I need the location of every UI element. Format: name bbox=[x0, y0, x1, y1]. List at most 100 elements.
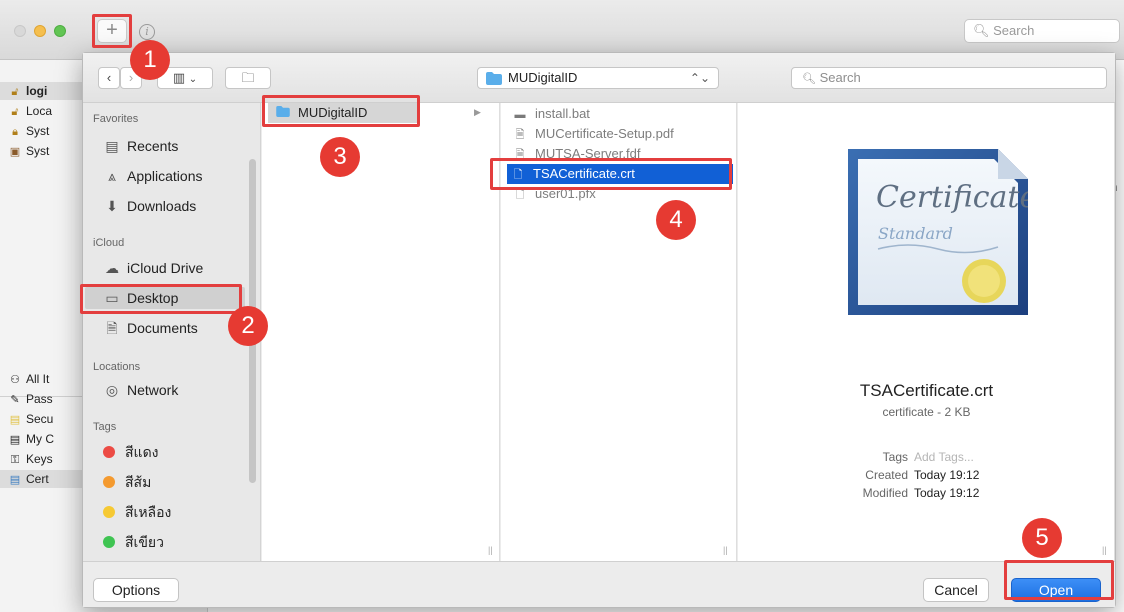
category-label: Secu bbox=[26, 412, 54, 426]
keychain-item-label: Syst bbox=[26, 144, 50, 158]
tag-label: สีแดง bbox=[125, 444, 159, 460]
sidebar-item-label: Recents bbox=[127, 138, 179, 154]
preview-pane: Certificate Standard TSACertificate.crt … bbox=[738, 103, 1115, 561]
pdf-file-icon: 🗎︎ bbox=[515, 129, 525, 141]
location-popup-label: MUDigitalID bbox=[508, 70, 578, 85]
sidebar-item-label: Network bbox=[127, 382, 179, 398]
tag-color-dot bbox=[103, 476, 115, 488]
highlight-desktop bbox=[80, 284, 242, 314]
keychain-item-system-roots[interactable]: ▣ Syst bbox=[8, 142, 50, 160]
sheet-toolbar: ‹ › ▥ ⌄ 🗀︎ MUDigitalID ⌃⌄ 🔍︎ Search bbox=[83, 53, 1115, 103]
add-tags-field[interactable]: Add Tags... bbox=[914, 449, 974, 465]
preview-file-name: TSACertificate.crt bbox=[859, 381, 994, 400]
tag-label: สีเหลือง bbox=[125, 504, 172, 520]
search-icon: 🔍︎ bbox=[973, 23, 990, 38]
highlight-mudigitalid-folder bbox=[262, 95, 420, 127]
applications-icon: ⩓ bbox=[108, 168, 116, 184]
certificate-preview-icon: Certificate Standard bbox=[848, 149, 1028, 315]
cabinet-icon: ▣ bbox=[9, 146, 21, 158]
category-label: Cert bbox=[26, 472, 49, 486]
tag-color-dot bbox=[103, 446, 115, 458]
step-badge-2: 2 bbox=[228, 306, 268, 346]
certificate-icon-subtitle: Standard bbox=[878, 224, 953, 243]
file-row-install-bat[interactable]: ▬ install.bat bbox=[509, 104, 735, 124]
script-file-icon: ▬ bbox=[514, 109, 526, 121]
chevron-down-icon: ⌄ bbox=[188, 74, 198, 85]
category-passwords[interactable]: ✎ Pass bbox=[8, 390, 53, 408]
certificate-icon: ▤ bbox=[9, 434, 21, 446]
new-folder-icon: 🗀︎ bbox=[241, 70, 255, 85]
favorites-header: Favorites bbox=[93, 113, 139, 125]
cloud-icon: ☁︎ bbox=[105, 260, 119, 276]
created-label: Created bbox=[865, 468, 908, 482]
keychain-item-label: Loca bbox=[26, 104, 53, 118]
tags-label: Tags bbox=[882, 450, 908, 464]
network-icon: ◎ bbox=[105, 382, 119, 398]
step-badge-4: 4 bbox=[656, 200, 696, 240]
category-my-certificates[interactable]: ▤ My C bbox=[8, 430, 54, 448]
sidebar-tag-orange[interactable]: สีส้ม bbox=[103, 471, 151, 493]
back-button[interactable]: ‹ bbox=[98, 67, 120, 89]
preview-file-kind: certificate - 2 KB bbox=[882, 405, 971, 419]
highlight-tsacertificate bbox=[490, 158, 732, 190]
cancel-button[interactable]: Cancel bbox=[923, 578, 989, 602]
category-secure-notes[interactable]: ▤ Secu bbox=[8, 410, 54, 428]
keychain-item-label: Syst bbox=[26, 124, 50, 138]
highlight-add-button bbox=[92, 14, 132, 48]
keychain-item-local[interactable]: 🔓︎ Loca bbox=[8, 102, 52, 120]
column-resize-handle[interactable]: || bbox=[1102, 545, 1107, 555]
chevron-left-icon: ‹ bbox=[106, 70, 112, 85]
file-row-label: MUCertificate-Setup.pdf bbox=[535, 126, 674, 141]
preview-modified-row: Modified Today 19:12 bbox=[738, 485, 1115, 501]
sidebar-item-label: Downloads bbox=[127, 198, 197, 214]
sheet-search-placeholder: Search bbox=[819, 70, 861, 85]
step-badge-1: 1 bbox=[130, 40, 170, 80]
keychain-toolbar: + i 🔍︎ Search bbox=[0, 0, 1124, 60]
sidebar-item-downloads[interactable]: ⬇︎ Downloads bbox=[103, 195, 196, 217]
search-icon: 🔍︎ bbox=[802, 73, 816, 85]
preview-created-row: Created Today 19:12 bbox=[738, 467, 1115, 483]
people-icon: ⚇ bbox=[10, 374, 20, 386]
certificate-icon: ▤ bbox=[9, 474, 21, 486]
locations-header: Locations bbox=[93, 361, 141, 373]
sidebar-item-icloud-drive[interactable]: ☁︎ iCloud Drive bbox=[103, 257, 203, 279]
sidebar-item-documents[interactable]: 🗎︎ Documents bbox=[103, 317, 198, 339]
sidebar-item-label: Documents bbox=[127, 320, 198, 336]
lock-open-icon: 🔓︎ bbox=[11, 86, 19, 98]
certificate-icon-title: Certificate bbox=[876, 180, 1028, 215]
keychain-search-placeholder: Search bbox=[993, 23, 1035, 38]
tags-header: Tags bbox=[93, 421, 117, 433]
location-popup[interactable]: MUDigitalID ⌃⌄ bbox=[477, 67, 719, 89]
close-window-button[interactable] bbox=[14, 25, 26, 37]
category-label: My C bbox=[26, 432, 54, 446]
maximize-window-button[interactable] bbox=[54, 25, 66, 37]
tag-color-dot bbox=[103, 536, 115, 548]
disclosure-arrow-icon: ▶ bbox=[474, 107, 481, 117]
category-all-items[interactable]: ⚇ All It bbox=[8, 370, 49, 388]
sidebar-tag-yellow[interactable]: สีเหลือง bbox=[103, 501, 171, 523]
note-icon: ▤ bbox=[9, 414, 21, 426]
tag-label: สีส้ม bbox=[125, 474, 152, 490]
minimize-window-button[interactable] bbox=[34, 25, 46, 37]
keychain-search-field[interactable]: 🔍︎ Search bbox=[964, 19, 1120, 43]
column-resize-handle[interactable]: || bbox=[723, 545, 728, 555]
updown-chevron-icon: ⌃⌄ bbox=[689, 71, 710, 85]
sidebar-item-recents[interactable]: ▤ Recents bbox=[103, 135, 178, 157]
sidebar-item-applications[interactable]: ⩓ Applications bbox=[103, 165, 203, 187]
category-keys[interactable]: ⚿ Keys bbox=[8, 450, 53, 468]
sidebar-tag-red[interactable]: สีแดง bbox=[103, 441, 159, 463]
category-label: All It bbox=[26, 372, 50, 386]
options-button[interactable]: Options bbox=[93, 578, 179, 602]
sheet-search-field[interactable]: 🔍︎ Search bbox=[791, 67, 1107, 89]
column-resize-handle[interactable]: || bbox=[488, 545, 493, 555]
tag-color-dot bbox=[103, 506, 115, 518]
lock-open-icon: 🔓︎ bbox=[11, 106, 19, 118]
modified-label: Modified bbox=[862, 486, 908, 500]
sidebar-item-network[interactable]: ◎ Network bbox=[103, 379, 178, 401]
new-folder-button[interactable]: 🗀︎ bbox=[225, 67, 271, 89]
file-row-mucertificate-setup-pdf[interactable]: 🗎︎ MUCertificate-Setup.pdf bbox=[509, 124, 735, 144]
sidebar-tag-green[interactable]: สีเขียว bbox=[103, 531, 164, 553]
keychain-item-system[interactable]: 🔒︎ Syst bbox=[8, 122, 49, 140]
sidebar-item-label: Applications bbox=[127, 168, 203, 184]
category-label: Pass bbox=[26, 392, 53, 406]
